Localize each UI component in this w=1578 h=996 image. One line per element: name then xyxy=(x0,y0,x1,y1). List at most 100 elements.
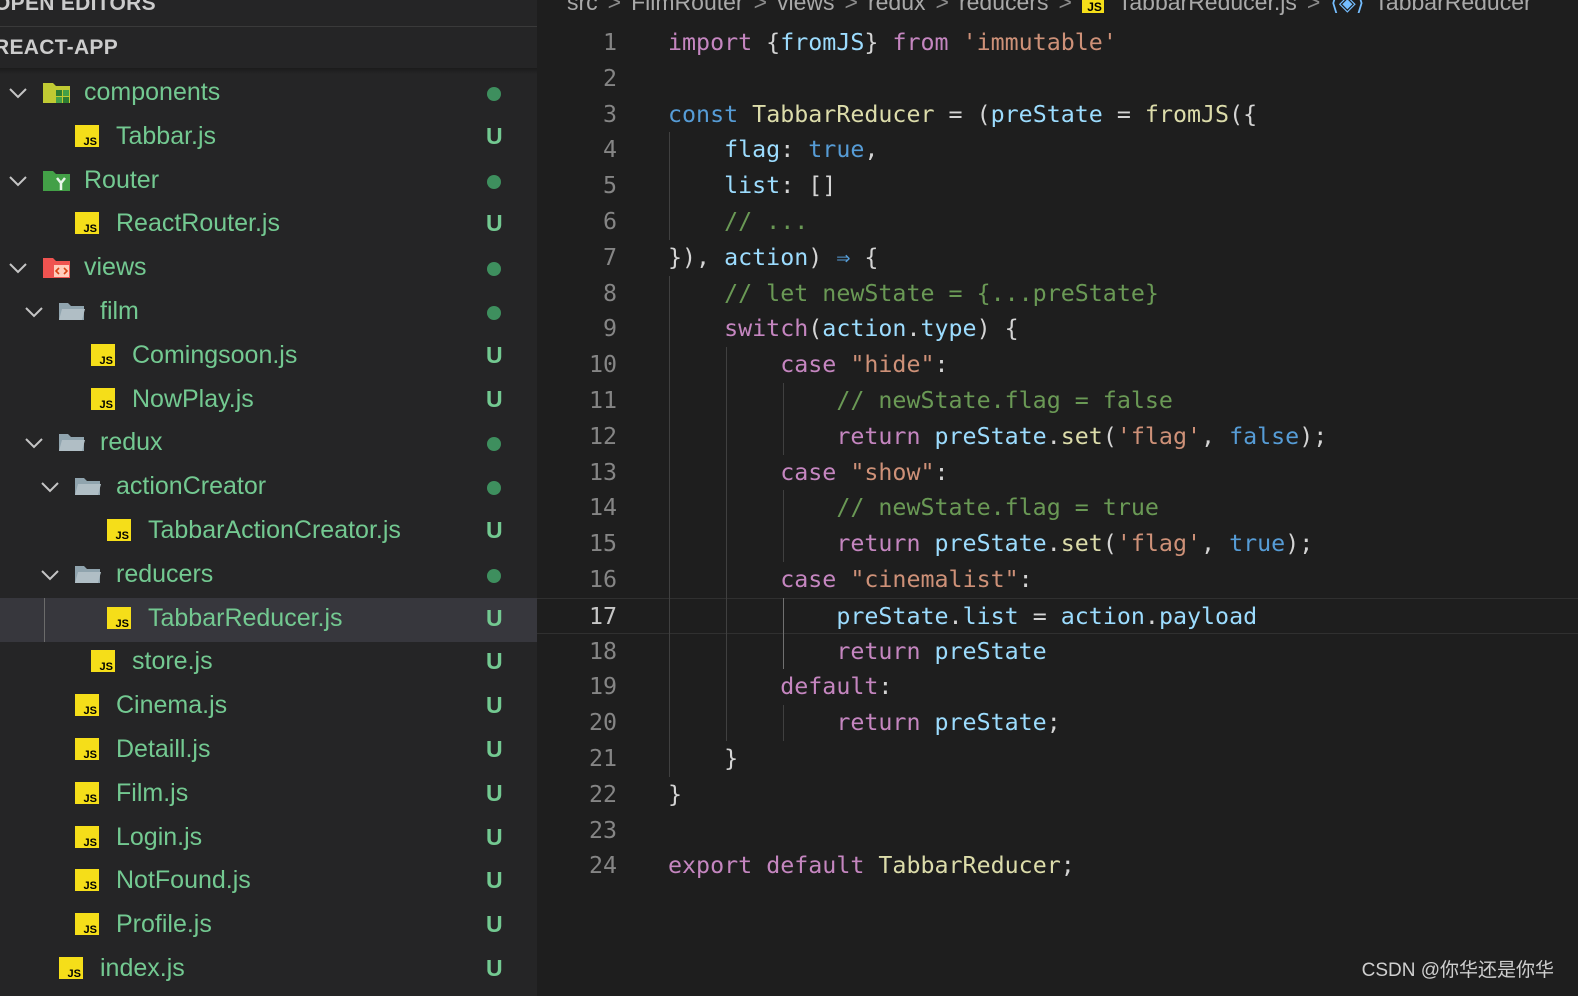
code-line[interactable]: 13 case "show": xyxy=(537,455,1578,491)
folder-open-icon xyxy=(58,430,86,456)
tree-item-label: Login.js xyxy=(116,822,203,851)
js-file-icon: JS xyxy=(74,693,102,719)
tree-file-row[interactable]: JS NowPlay.js U xyxy=(0,379,537,423)
code-line[interactable]: 3 const TabbarReducer = (preState = fromJ… xyxy=(537,97,1578,133)
tree-item-label: Cinema.js xyxy=(116,691,228,720)
indent-guide xyxy=(782,705,784,741)
tree-folder-row[interactable]: Router xyxy=(0,160,537,204)
tree-folder-row[interactable]: redux xyxy=(0,422,537,466)
code-line[interactable]: 8 // let newState = {...preState} xyxy=(537,276,1578,312)
tree-item-label: film xyxy=(100,297,139,325)
code-token: const xyxy=(668,100,739,128)
code-token: action xyxy=(724,243,809,271)
code-line[interactable]: 17 preState.list = action.payload xyxy=(537,597,1578,634)
tree-file-row[interactable]: JS Profile.js U xyxy=(0,904,537,948)
code-token: preState xyxy=(836,602,949,630)
tree-folder-row[interactable]: reducers xyxy=(0,554,537,598)
code-line[interactable]: 21 } xyxy=(537,741,1578,777)
code-line[interactable]: 12 return preState.set('flag', false); xyxy=(537,419,1578,455)
project-header[interactable]: REACT-APP xyxy=(0,36,118,60)
tree-file-row[interactable]: JS TabbarReducer.js U xyxy=(0,597,537,642)
code-editor[interactable]: src > FilmRouter > views > redux > reducers > JS Ta… xyxy=(537,0,1578,996)
code-token: : xyxy=(878,673,893,701)
breadcrumb-item[interactable]: views xyxy=(777,0,835,16)
chevron-down-icon[interactable] xyxy=(8,83,28,103)
tree-folder-row[interactable]: actionCreator xyxy=(0,466,537,510)
chevron-down-icon[interactable] xyxy=(40,565,60,585)
tree-folder-row[interactable]: film xyxy=(0,291,537,335)
code-line[interactable]: 7}), action) ⇒ { xyxy=(537,240,1578,276)
tree-file-row[interactable]: JS Tabbar.js U xyxy=(0,116,537,160)
tree-file-row[interactable]: JS ReactRouter.js U xyxy=(0,203,537,247)
chevron-down-icon[interactable] xyxy=(24,302,44,322)
tree-file-row[interactable]: JS store.js U xyxy=(0,641,537,685)
svg-text:JS: JS xyxy=(100,661,113,673)
code-line[interactable]: 10 case "hide": xyxy=(537,347,1578,383)
tree-file-row[interactable]: JS TabbarActionCreator.js U xyxy=(0,510,537,554)
code-line[interactable]: 1 import {fromJS} from 'immutable' xyxy=(537,25,1578,61)
breadcrumb-file[interactable]: TabbarReducer.js xyxy=(1118,0,1297,16)
code-text: // newState.flag = false xyxy=(668,383,1173,419)
code-text: list: [] xyxy=(668,168,836,204)
tree-file-row[interactable]: JS Film.js U xyxy=(0,773,537,817)
tree-folder-row[interactable]: views xyxy=(0,247,537,291)
untracked-badge: U xyxy=(486,955,503,981)
code-line[interactable]: 22} xyxy=(537,777,1578,813)
chevron-down-icon[interactable] xyxy=(8,171,28,191)
tree-file-row[interactable]: JS Comingsoon.js U xyxy=(0,335,537,379)
code-text: } xyxy=(668,741,738,777)
tree-file-row[interactable]: JS Detaill.js U xyxy=(0,729,537,773)
breadcrumb-symbol[interactable]: TabbarReducer xyxy=(1374,0,1531,16)
code-line[interactable]: 9 switch(action.type) { xyxy=(537,311,1578,347)
svg-text:JS: JS xyxy=(84,749,97,761)
indent-guide xyxy=(669,275,670,777)
code-text: }), action) ⇒ { xyxy=(668,240,878,276)
code-line[interactable]: 23 xyxy=(537,813,1578,849)
code-line[interactable]: 14 // newState.flag = true xyxy=(537,490,1578,526)
breadcrumb-item[interactable]: FilmRouter xyxy=(631,0,743,16)
indent-guide xyxy=(782,383,784,455)
code-line[interactable]: 18 return preState xyxy=(537,634,1578,670)
code-token: export xyxy=(668,852,753,880)
code-token: flag xyxy=(724,136,781,164)
folder-open-icon xyxy=(74,562,102,588)
code-line[interactable]: 5 list: [] xyxy=(537,168,1578,204)
svg-text:JS: JS xyxy=(84,136,97,148)
code-line[interactable]: 24 export default TabbarReducer; xyxy=(537,848,1578,884)
code-line[interactable]: 11 // newState.flag = false xyxy=(537,383,1578,419)
tree-item-label: views xyxy=(84,253,147,282)
code-text: export default TabbarReducer; xyxy=(668,848,1075,884)
chevron-down-icon[interactable] xyxy=(40,477,60,497)
tree-file-row[interactable]: JS index.js U xyxy=(0,948,537,992)
code-line[interactable]: 6 // ... xyxy=(537,204,1578,240)
code-token: false xyxy=(1229,422,1300,450)
tree-file-row[interactable]: JS Cinema.js U xyxy=(0,685,537,729)
indent-guide xyxy=(782,490,784,562)
code-token: = xyxy=(1018,602,1061,630)
tree-item-label: Profile.js xyxy=(116,910,212,939)
breadcrumb-item[interactable]: src xyxy=(567,0,598,16)
code-line[interactable]: 2 xyxy=(537,61,1578,97)
code-line[interactable]: 4 flag: true, xyxy=(537,132,1578,168)
tree-folder-row[interactable]: components xyxy=(0,72,537,116)
breadcrumb-item[interactable]: reducers xyxy=(959,0,1048,16)
code-line[interactable]: 20 return preState; xyxy=(537,705,1578,741)
breadcrumb-item[interactable]: redux xyxy=(868,0,926,16)
code-line[interactable]: 19 default: xyxy=(537,669,1578,705)
chevron-down-icon[interactable] xyxy=(8,258,28,278)
code-token: return xyxy=(836,637,921,665)
code-line[interactable]: 15 return preState.set('flag', true); xyxy=(537,526,1578,562)
tree-file-row[interactable]: JS Login.js U xyxy=(0,817,537,861)
open-editors-header[interactable]: OPEN EDITORS xyxy=(0,0,156,16)
code-token: : xyxy=(934,351,949,379)
code-token: action xyxy=(1060,602,1145,630)
chevron-down-icon[interactable] xyxy=(24,433,44,453)
tree-item-label: redux xyxy=(100,428,163,457)
code-line[interactable]: 16 case "cinemalist": xyxy=(537,562,1578,598)
code-token: return xyxy=(836,422,921,450)
tree-file-row[interactable]: JS NotFound.js U xyxy=(0,860,537,904)
svg-text:JS: JS xyxy=(84,705,97,717)
